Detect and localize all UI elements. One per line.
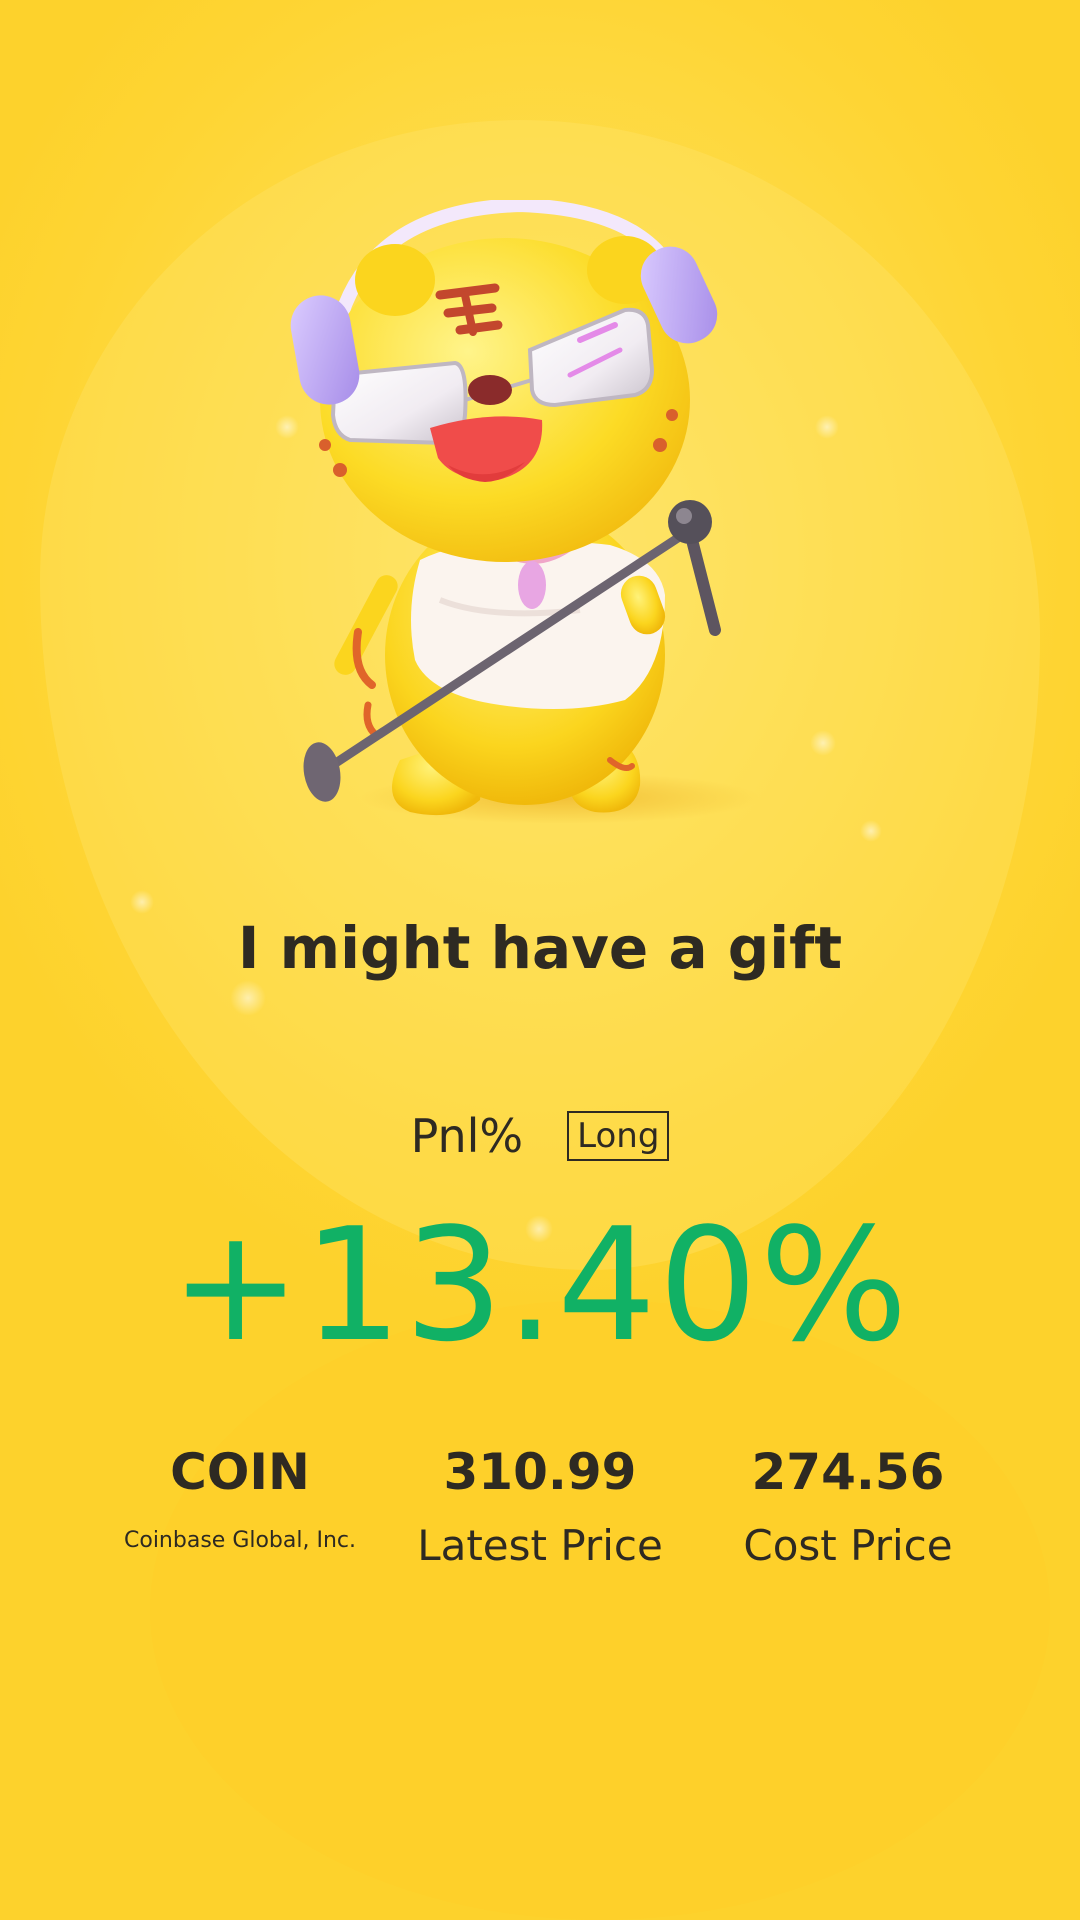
cost-price-label: Cost Price <box>743 1521 953 1570</box>
pnl-percentage-value: +13.40% <box>170 1194 910 1376</box>
background-shape <box>150 1300 1050 1920</box>
page-title: I might have a gift <box>237 914 843 982</box>
sparkle-decoration <box>860 820 882 842</box>
sparkle-decoration <box>815 415 839 439</box>
position-direction-badge: Long <box>567 1111 670 1161</box>
latest-price-value: 310.99 <box>443 1443 637 1501</box>
tiger-mascot-illustration <box>280 200 800 840</box>
sparkle-decoration <box>230 980 266 1016</box>
stats-row: COIN Coinbase Global, Inc. 310.99 Latest… <box>0 1440 1080 1600</box>
stock-symbol: COIN <box>170 1443 310 1501</box>
stat-latest-price: 310.99 Latest Price <box>390 1440 690 1572</box>
pnl-header: Pnl% Long <box>0 1108 1080 1164</box>
pnl-label: Pnl% <box>410 1109 524 1163</box>
sparkle-decoration <box>810 730 836 756</box>
stat-symbol: COIN Coinbase Global, Inc. <box>90 1440 390 1556</box>
latest-price-label: Latest Price <box>417 1521 663 1570</box>
stat-cost-price: 274.56 Cost Price <box>698 1440 998 1572</box>
sparkle-decoration <box>130 890 154 914</box>
company-name: Coinbase Global, Inc. <box>124 1528 356 1553</box>
cost-price-value: 274.56 <box>751 1443 945 1501</box>
